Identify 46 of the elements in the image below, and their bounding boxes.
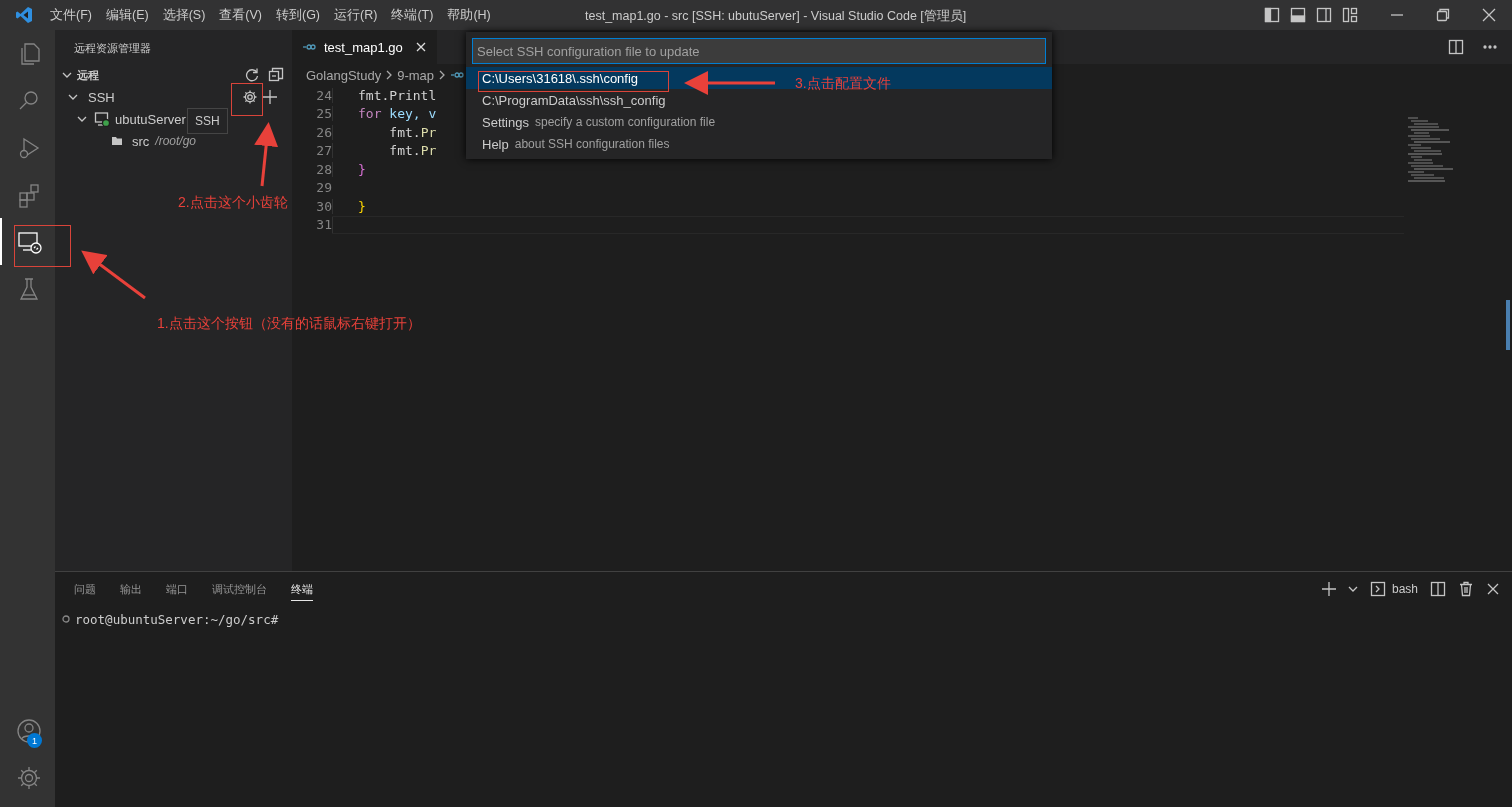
window-title: test_map1.go - src [SSH: ubutuServer] - Visual Studio Code [管理员] (585, 8, 967, 25)
line-number: 28 (315, 161, 332, 177)
panel-tab[interactable]: 输出 (120, 577, 142, 601)
panel-tab[interactable]: 问题 (74, 577, 96, 601)
tree-item-description: /root/go (155, 134, 197, 148)
tooltip: SSH (187, 108, 228, 134)
quick-pick-item[interactable]: Help about SSH configuration files (466, 133, 1052, 155)
code-line: for key, v (358, 106, 437, 122)
panel-tab[interactable]: 端口 (166, 577, 188, 601)
menu-item[interactable]: 查看(V) (212, 6, 269, 24)
tree-item-label[interactable]: ubutuServer (115, 111, 186, 127)
tree-item-label[interactable]: src (132, 133, 150, 149)
line-number: 29 (315, 180, 332, 196)
menu-item[interactable]: 编辑(E) (98, 6, 156, 24)
sidebar-title: 远程资源管理器 (73, 41, 152, 56)
menu-item[interactable]: 转到(G) (269, 6, 328, 24)
terminal-name[interactable]: bash (1391, 582, 1418, 596)
menu-item[interactable]: 帮助(H) (440, 6, 498, 24)
annotation-text: 2.点击这个小齿轮 (178, 194, 288, 212)
panel-tab[interactable]: 调试控制台 (212, 577, 267, 601)
menu-item[interactable]: 选择(S) (155, 6, 213, 24)
breadcrumb-item[interactable]: 9-map (397, 67, 435, 83)
line-number: 30 (315, 198, 332, 214)
code-line: fmt.Printl (358, 87, 437, 103)
line-number: 26 (315, 124, 332, 140)
terminal-prompt: root@ubuntuServer:~/go/src# (75, 611, 279, 627)
breadcrumb-item[interactable]: GolangStudy (306, 67, 382, 83)
tree-item-label[interactable]: SSH (88, 89, 115, 105)
code-line: fmt.Pr (388, 143, 437, 159)
editor-tab[interactable]: test_map1.go (292, 30, 437, 64)
panel-tab[interactable]: 终端 (291, 577, 313, 601)
quick-pick-input[interactable]: Select SSH configuration file to update (472, 38, 1046, 64)
annotation-text: 1.点击这个按钮（没有的话鼠标右键打开） (157, 315, 421, 333)
line-number: 27 (315, 143, 332, 159)
line-number: 24 (315, 87, 332, 103)
quick-pick-item[interactable]: Settings specify a custom configuration file (466, 111, 1052, 133)
section-title[interactable]: 远程 (77, 67, 99, 83)
notification-badge: 1 (27, 733, 42, 748)
menu-item[interactable]: 文件(F) (43, 6, 99, 24)
menu-item[interactable]: 终端(T) (384, 6, 441, 24)
code-line: } (358, 198, 366, 214)
menu-item[interactable]: 运行(R) (327, 6, 385, 24)
code-line: } (358, 161, 366, 177)
line-number: 31 (315, 217, 332, 233)
line-number: 25 (315, 106, 332, 122)
code-line: fmt.Pr (388, 124, 437, 140)
